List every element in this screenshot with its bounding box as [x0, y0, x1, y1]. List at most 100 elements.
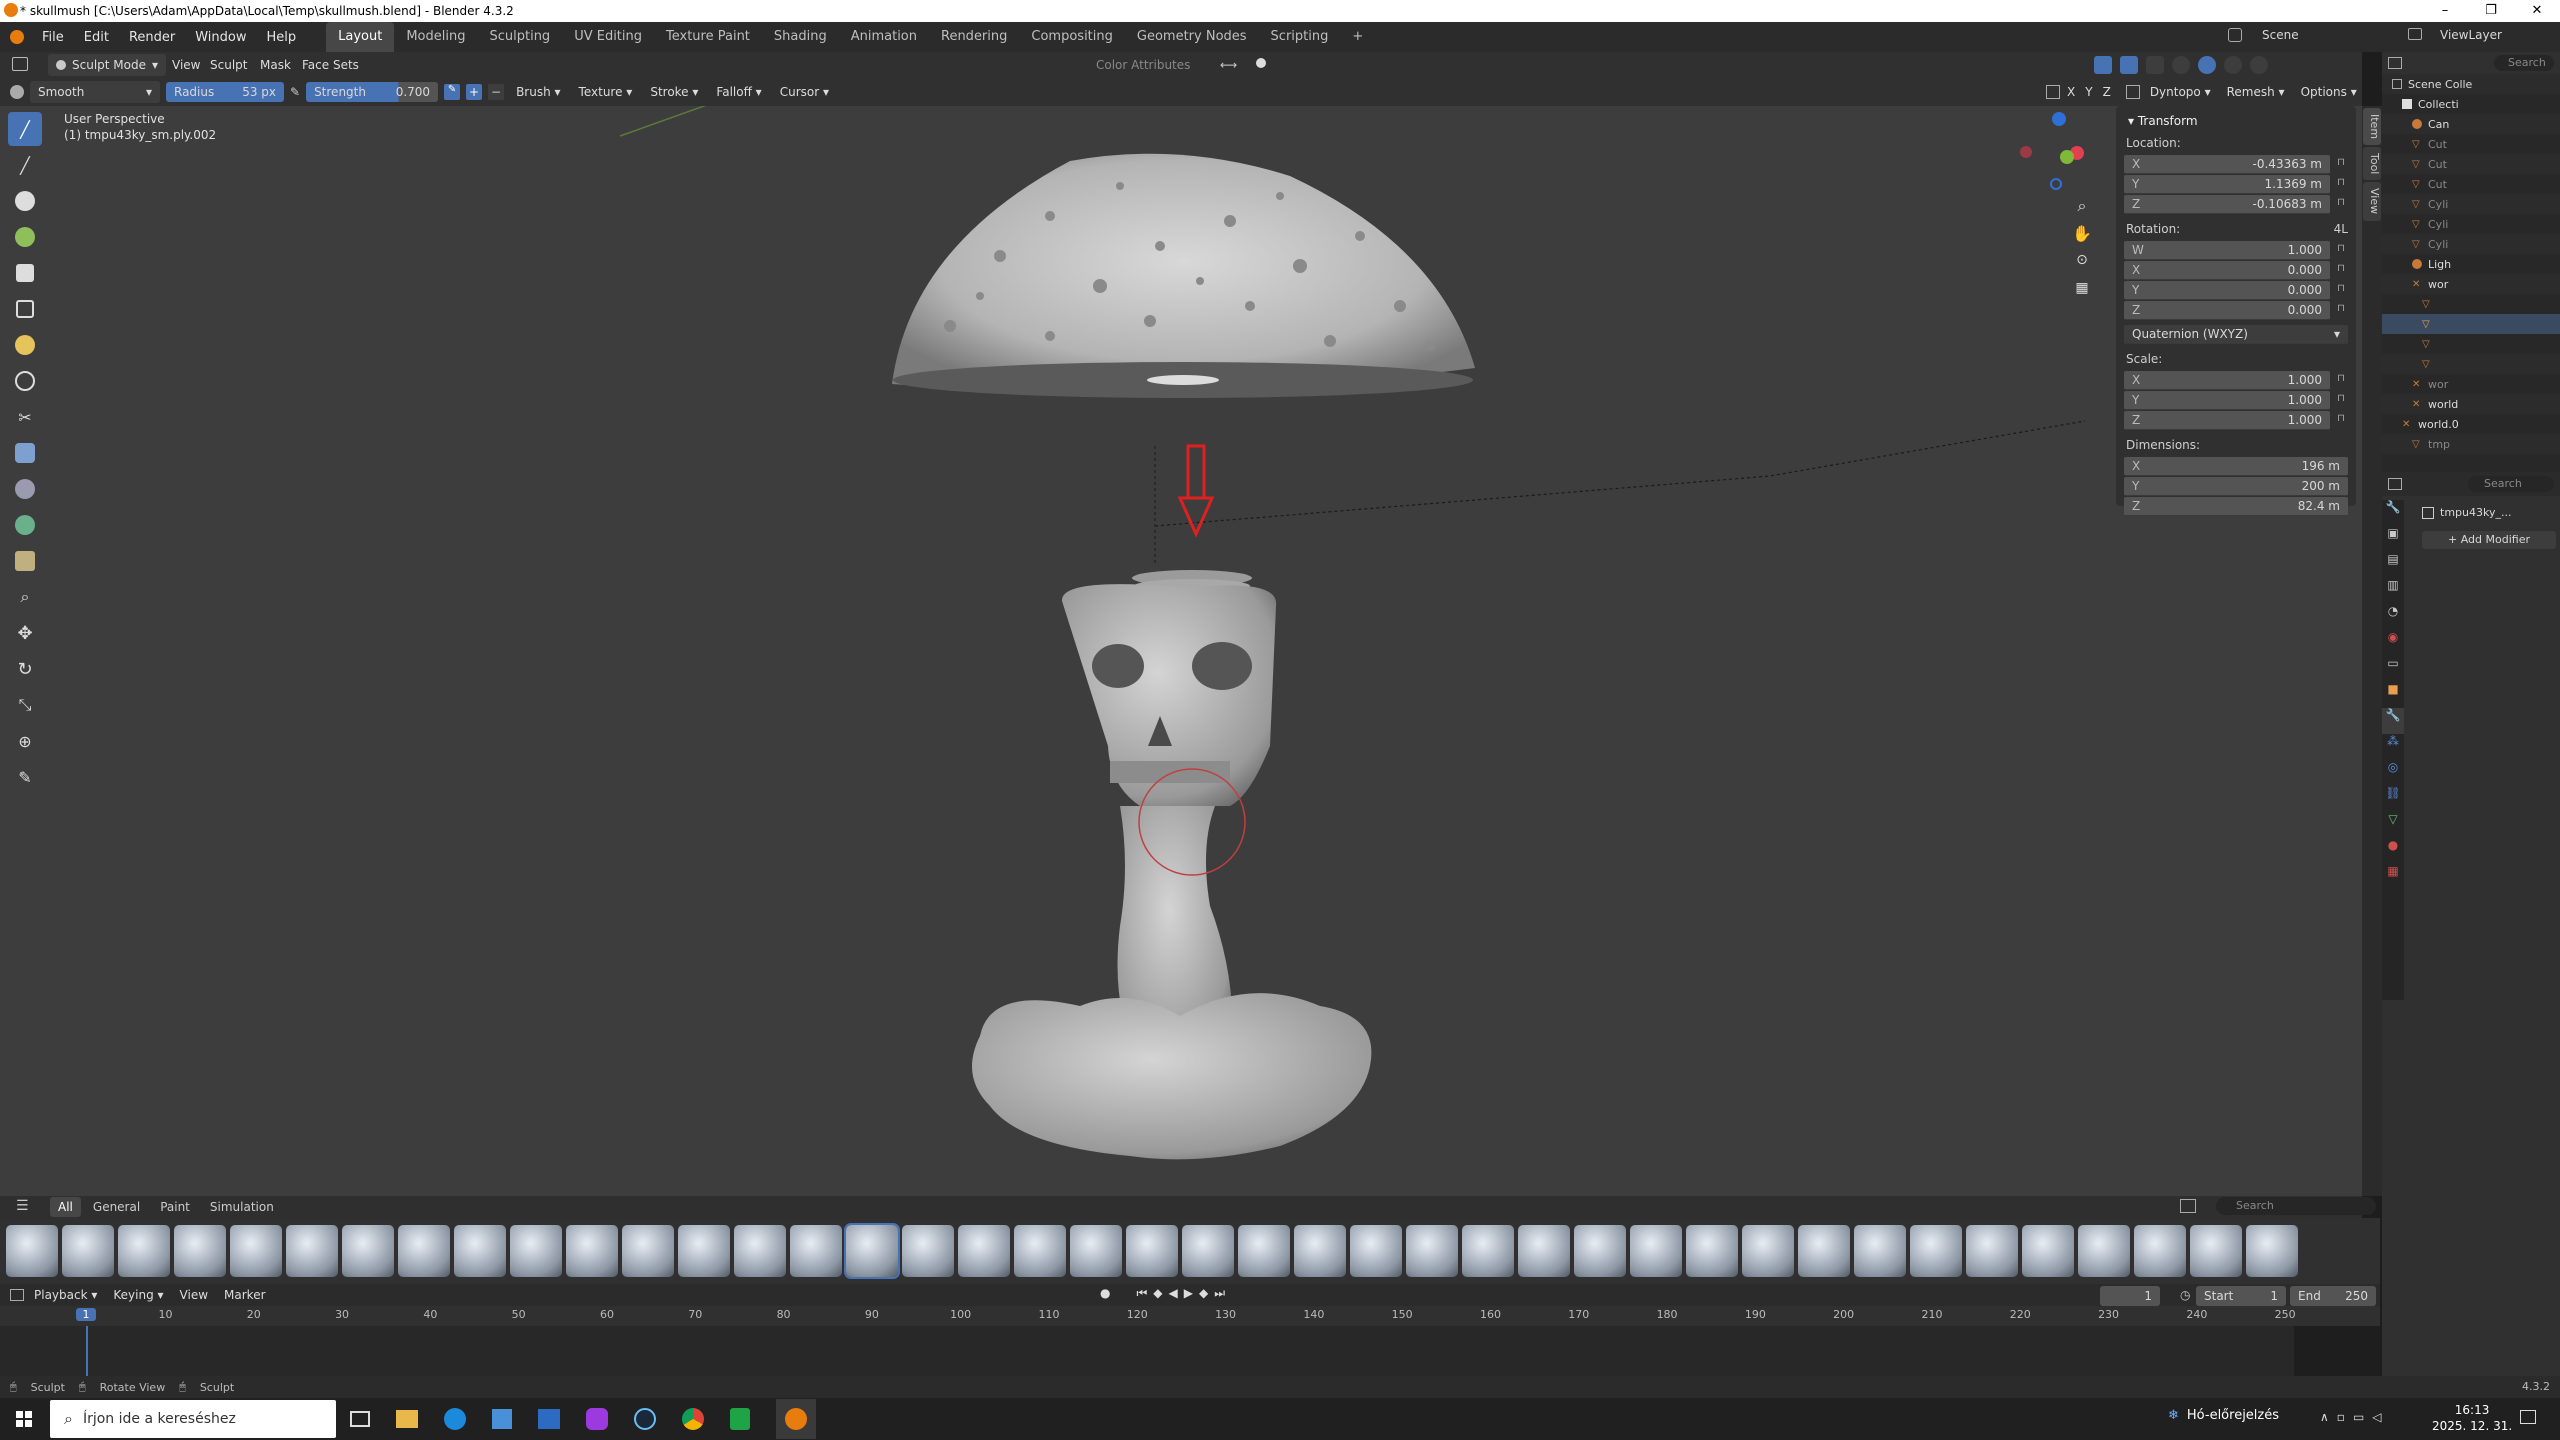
edge-icon[interactable]	[444, 1408, 466, 1430]
xray-icon[interactable]	[2146, 56, 2164, 74]
dimensions-y-field[interactable]: Y 200 m	[2124, 476, 2348, 496]
properties-search-input[interactable]: Search	[2468, 476, 2554, 492]
collection-tab-icon[interactable]: ▭	[2382, 656, 2404, 682]
brush-asset-tile[interactable]	[1910, 1225, 1962, 1277]
gizmo-neg-x[interactable]	[2020, 146, 2032, 158]
brush-asset-tile[interactable]	[1014, 1225, 1066, 1277]
tab-tool[interactable]: Tool	[2363, 147, 2381, 181]
mail-icon[interactable]	[538, 1409, 560, 1429]
rotation-x-field[interactable]: X 0.000	[2124, 260, 2330, 280]
camera-view-icon[interactable]: ⊙	[2070, 252, 2094, 280]
brush-asset-tile[interactable]	[62, 1225, 114, 1277]
strength-field[interactable]: Strength 0.700	[306, 82, 439, 102]
render-tab-icon[interactable]: ▣	[2382, 526, 2404, 552]
brush-asset-tile[interactable]	[1742, 1225, 1794, 1277]
scene-name[interactable]: Scene	[2262, 28, 2299, 42]
shelf-tab-all[interactable]: All	[50, 1197, 81, 1217]
face-set-tool[interactable]	[8, 220, 42, 254]
add-modifier-button[interactable]: + Add Modifier	[2422, 531, 2556, 549]
tab-sculpting[interactable]: Sculpting	[477, 22, 562, 52]
annotate-tool[interactable]: ✎	[8, 760, 42, 794]
lock-icon[interactable]: ⊓	[2334, 373, 2348, 387]
menu-view[interactable]: View	[166, 54, 206, 76]
menu-edit[interactable]: Edit	[74, 30, 119, 45]
line-project-tool[interactable]: ✂	[8, 400, 42, 434]
outliner-row[interactable]: ▽ Cyli	[2382, 234, 2560, 254]
symmetry-y[interactable]: Y	[2082, 81, 2095, 103]
tray-chevron-icon[interactable]: ∧	[2320, 1410, 2329, 1424]
blender-taskbar-item[interactable]	[776, 1399, 816, 1439]
gizmo-toggle-icon[interactable]	[2094, 56, 2112, 74]
outliner-row[interactable]: ✕ wor	[2382, 274, 2560, 294]
cloth-filter-tool[interactable]	[8, 472, 42, 506]
remesh-menu[interactable]: Remesh ▾	[2221, 81, 2291, 103]
outliner-row[interactable]: ▽ Cut	[2382, 134, 2560, 154]
pan-hand-icon[interactable]: ✋	[2070, 224, 2094, 252]
brush-asset-tile[interactable]	[1854, 1225, 1906, 1277]
scale-x-field[interactable]: X 1.000	[2124, 370, 2330, 390]
maximize-button[interactable]: ❐	[2468, 0, 2514, 22]
brush-asset-tile[interactable]	[678, 1225, 730, 1277]
chrome-icon[interactable]	[682, 1408, 704, 1430]
gizmo-neg-z[interactable]	[2050, 178, 2062, 190]
notifications-icon[interactable]	[2520, 1410, 2536, 1424]
menu-help[interactable]: Help	[257, 30, 307, 45]
brush-asset-tile[interactable]	[454, 1225, 506, 1277]
brush-asset-tile[interactable]	[1686, 1225, 1738, 1277]
jump-end-icon[interactable]: ⏭	[1214, 1286, 1225, 1301]
record-icon[interactable]: ●	[1100, 1286, 1110, 1301]
rotation-w-field[interactable]: W 1.000	[2124, 240, 2330, 260]
symmetry-z[interactable]: Z	[2100, 81, 2114, 103]
outliner-row[interactable]: ▽ Cyli	[2382, 214, 2560, 234]
brush-asset-tile[interactable]	[118, 1225, 170, 1277]
brush-asset-tile[interactable]	[1518, 1225, 1570, 1277]
taskbar-search-box[interactable]: ⌕ Írjon ide a kereséshez	[50, 1400, 336, 1438]
view-layer-tab-icon[interactable]: ▥	[2382, 578, 2404, 604]
clock-icon[interactable]: ◷	[2180, 1288, 2190, 1302]
scale-z-field[interactable]: Z 1.000	[2124, 410, 2330, 430]
brush-asset-tile[interactable]	[510, 1225, 562, 1277]
brush-menu[interactable]: Brush ▾	[510, 81, 566, 103]
brush-asset-tile[interactable]	[790, 1225, 842, 1277]
mode-selector[interactable]: Sculpt Mode ▾	[48, 54, 167, 76]
lock-icon[interactable]: ⊓	[2334, 413, 2348, 427]
modifier-tab-icon[interactable]: 🔧	[2382, 708, 2404, 734]
texture-tab-icon[interactable]: ▦	[2382, 864, 2404, 890]
texture-menu[interactable]: Texture ▾	[573, 81, 639, 103]
rotation-mode-dropdown[interactable]: Quaternion (WXYZ) ▾	[2124, 324, 2348, 344]
brush-asset-tile[interactable]	[342, 1225, 394, 1277]
brush-asset-tile[interactable]	[1798, 1225, 1850, 1277]
windows-start-icon[interactable]	[16, 1411, 32, 1427]
menu-sculpt[interactable]: Sculpt	[204, 54, 253, 76]
box-trim-tool[interactable]	[8, 364, 42, 398]
brush-asset-tile[interactable]	[958, 1225, 1010, 1277]
outliner-row[interactable]: ▽	[2382, 354, 2560, 374]
location-z-field[interactable]: Z -0.10683 m	[2124, 194, 2330, 214]
object-tab-icon[interactable]: ■	[2382, 682, 2404, 708]
particles-tab-icon[interactable]: ⁂	[2382, 734, 2404, 760]
keying-menu[interactable]: Keying ▾	[107, 1284, 169, 1306]
object-name[interactable]: tmpu43ky_...	[2440, 506, 2511, 519]
brush-asset-tile[interactable]	[286, 1225, 338, 1277]
store-icon[interactable]	[492, 1409, 512, 1429]
timeline-body[interactable]	[0, 1326, 2380, 1376]
brush-asset-tile[interactable]	[1126, 1225, 1178, 1277]
brush-asset-tile[interactable]	[622, 1225, 674, 1277]
menu-window[interactable]: Window	[185, 30, 256, 45]
outliner-row[interactable]: Can	[2382, 114, 2560, 134]
tab-item[interactable]: Item	[2363, 108, 2381, 146]
brush-asset-tile[interactable]	[902, 1225, 954, 1277]
brush-asset-tile[interactable]	[2134, 1225, 2186, 1277]
outliner-row[interactable]: ✕ wor	[2382, 374, 2560, 394]
brush-asset-tile[interactable]	[1350, 1225, 1402, 1277]
outliner-editor-icon[interactable]	[2388, 57, 2402, 69]
brush-asset-tile[interactable]	[1070, 1225, 1122, 1277]
task-view-icon[interactable]	[350, 1411, 370, 1427]
outliner-row[interactable]: ▽	[2382, 294, 2560, 314]
outliner-row[interactable]: Collecti	[2382, 94, 2560, 114]
menu-mask[interactable]: Mask	[254, 54, 297, 76]
scene-tab-icon[interactable]: ◔	[2382, 604, 2404, 630]
color-attributes-label[interactable]: Color Attributes	[1090, 54, 1196, 76]
tool-tab-icon[interactable]: 🔧	[2382, 500, 2404, 526]
pressure-strength-icon[interactable]: ✎	[444, 84, 461, 100]
